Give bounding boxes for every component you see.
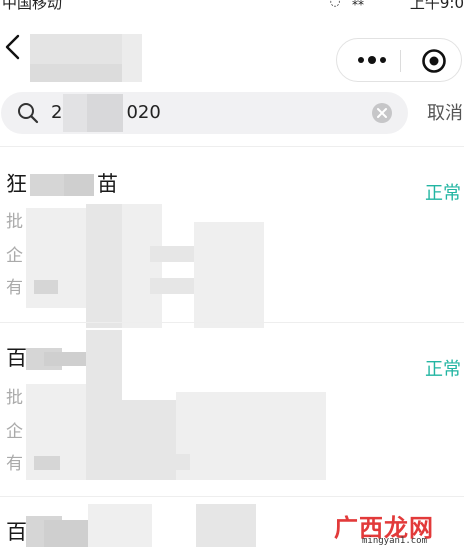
redacted-block: [34, 456, 60, 470]
result-card[interactable]: 狂苗 正常 批 企 有: [0, 160, 464, 328]
search-row: 2 020 取消: [0, 92, 464, 136]
redacted-block: [176, 392, 326, 480]
redacted-block: [44, 352, 88, 366]
search-value-redacted: [63, 94, 123, 132]
card-divider: [0, 322, 464, 323]
status-badge: 正常: [425, 359, 461, 380]
search-icon: [18, 103, 39, 124]
more-dots-icon[interactable]: [355, 50, 389, 70]
clear-icon[interactable]: [371, 102, 393, 124]
capsule-divider: [400, 50, 401, 72]
card-divider: [0, 496, 464, 497]
redacted-block: [86, 330, 122, 400]
redacted-block: [88, 504, 152, 547]
watermark-url: mingyan1.com: [362, 536, 428, 546]
field-label: 批: [6, 212, 23, 232]
search-divider: [0, 146, 464, 147]
redacted-block: [194, 222, 264, 328]
redacted-block: [64, 174, 94, 196]
carrier-label: 中国移动: [2, 0, 63, 10]
field-label: 有: [6, 454, 23, 474]
chevron-left-icon[interactable]: [3, 34, 25, 60]
redacted-block: [86, 204, 122, 328]
search-input[interactable]: 2 020: [1, 92, 408, 134]
result-title: 百: [6, 346, 27, 370]
status-bar: 中国移动 ◌ ⁂ 上午9:0: [0, 0, 464, 10]
cancel-button[interactable]: 取消: [427, 102, 463, 126]
page-title-redacted: [30, 34, 142, 82]
status-time: 上午9:0: [409, 0, 464, 10]
field-label: 批: [6, 388, 23, 408]
field-label: 有: [6, 278, 23, 298]
redacted-block: [34, 280, 58, 294]
field-label: 企: [6, 246, 23, 266]
status-badge: 正常: [425, 183, 461, 204]
status-icons: ◌ ⁂: [329, 0, 368, 8]
watermark: 广西龙网 mingyan1.com: [334, 508, 464, 547]
target-close-icon[interactable]: [421, 48, 447, 74]
redacted-block: [150, 278, 194, 294]
redacted-block: [44, 520, 88, 547]
redacted-block: [30, 174, 64, 196]
miniprogram-capsule: [336, 38, 462, 82]
nav-bar: [0, 14, 464, 82]
redacted-block: [150, 246, 194, 262]
result-title: 百: [6, 520, 27, 544]
redacted-block: [196, 504, 256, 547]
field-label: 企: [6, 422, 23, 442]
redacted-block: [122, 204, 162, 328]
redacted-block: [160, 454, 190, 470]
result-card[interactable]: 百 正常 批 企 有: [0, 330, 464, 496]
